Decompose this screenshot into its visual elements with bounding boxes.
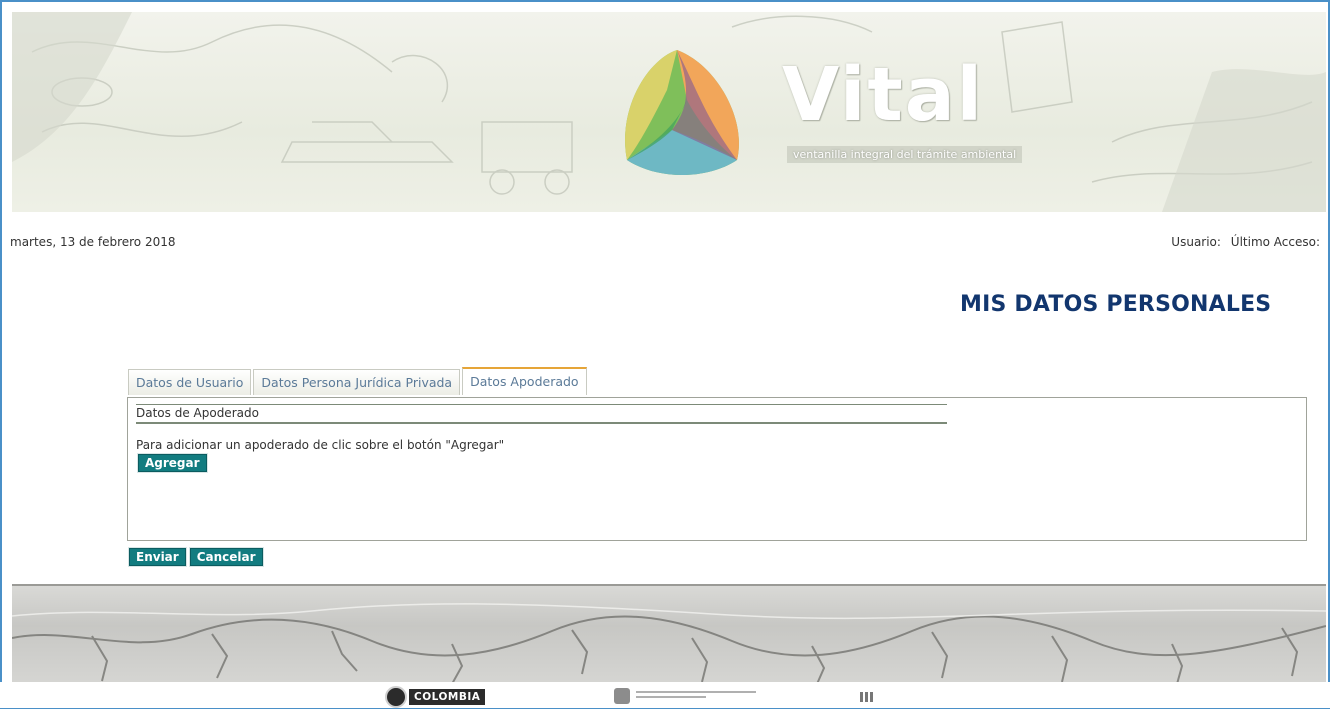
page-frame: Vital ventanilla integral del trámite am… [0,0,1330,709]
footer-cracked-earth-art [12,603,1326,685]
tab-datos-apoderado[interactable]: Datos Apoderado [462,367,587,395]
last-access-label: Último Acceso: [1230,235,1320,249]
banner-illustration [12,12,1326,212]
colombia-seal-icon [385,686,407,708]
tab-datos-usuario[interactable]: Datos de Usuario [128,369,252,395]
vital-logo-icon [625,50,739,175]
brand-tagline: ventanilla integral del trámite ambienta… [787,146,1023,163]
user-label: Usuario: [1171,235,1221,249]
tab-datos-persona-juridica[interactable]: Datos Persona Jurídica Privada [253,369,461,395]
submit-button[interactable]: Enviar [128,547,187,567]
institution-logo-icon [860,692,874,702]
brand-name: Vital [782,52,985,138]
tab-bar: Datos de Usuario Datos Persona Jurídica … [128,367,587,395]
instruction-text: Para adicionar un apoderado de clic sobr… [136,438,505,452]
vital-banner: Vital ventanilla integral del trámite am… [12,12,1326,212]
footer-logos: COLOMBIA [0,682,1332,708]
cancel-button[interactable]: Cancelar [188,547,264,567]
tab-panel-apoderado: Datos de Apoderado Para adicionar un apo… [127,397,1307,541]
form-actions: Enviar Cancelar [128,547,264,567]
page-title: MIS DATOS PERSONALES [960,292,1272,317]
ministry-logo [614,688,756,704]
colombia-logo: COLOMBIA [385,686,515,708]
section-title: Datos de Apoderado [136,404,947,424]
add-button[interactable]: Agregar [137,453,208,473]
user-info: Usuario: Último Acceso: [1171,235,1320,249]
footer-illustration [12,584,1326,686]
ministry-shield-icon [614,688,630,704]
current-date: martes, 13 de febrero 2018 [10,235,176,249]
colombia-logo-text: COLOMBIA [409,689,486,705]
